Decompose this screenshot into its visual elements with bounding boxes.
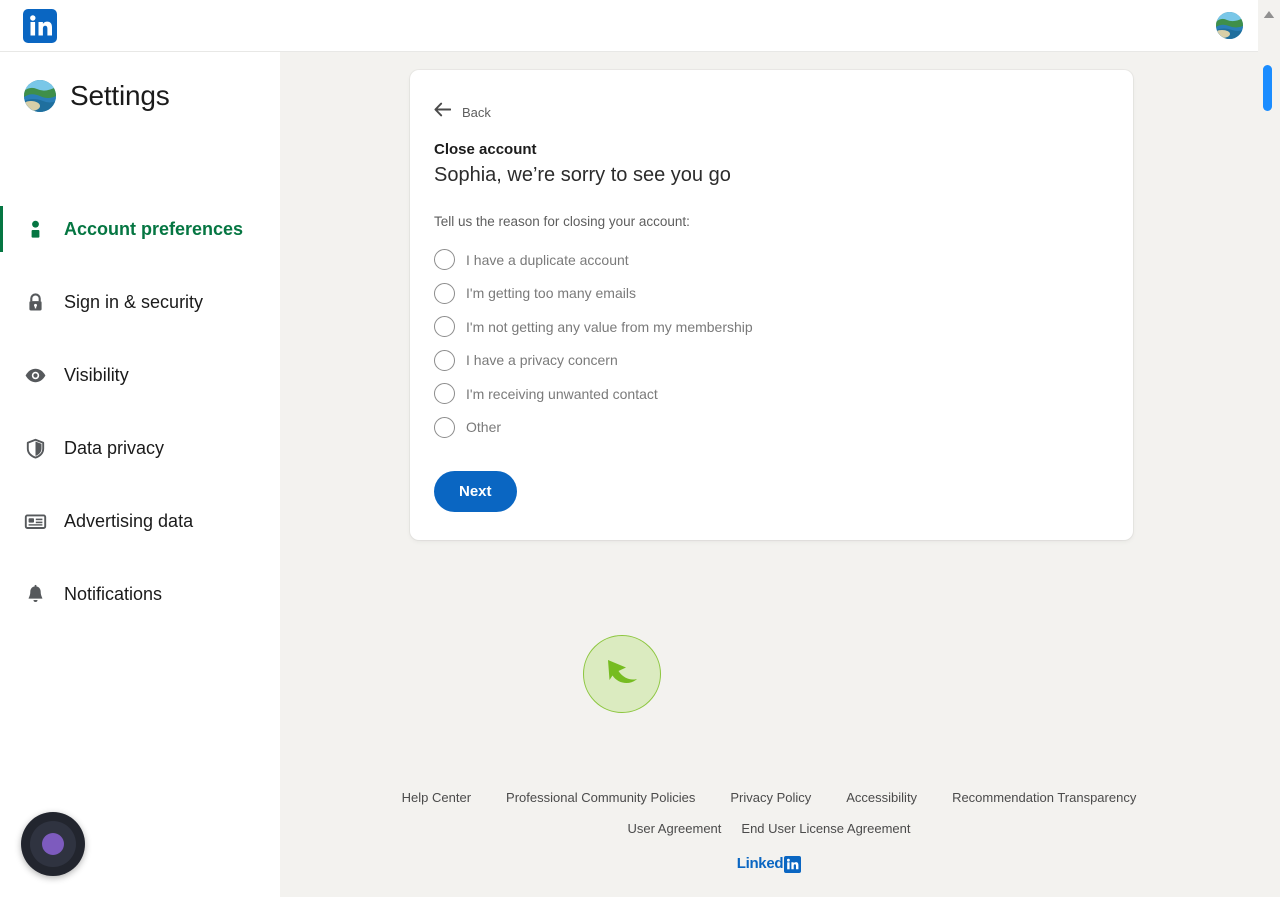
card-heading: Sophia, we’re sorry to see you go — [434, 164, 731, 186]
settings-sidebar: Settings Account preferences Sign in & s… — [0, 52, 280, 897]
next-button[interactable]: Next — [434, 471, 517, 512]
back-button[interactable]: Back — [434, 102, 491, 122]
avatar[interactable] — [24, 80, 56, 112]
avatar[interactable] — [1216, 12, 1243, 39]
sidebar-item-label: Notifications — [64, 583, 163, 604]
sidebar-item-account-preferences[interactable]: Account preferences — [0, 204, 280, 254]
id-card-icon — [24, 510, 47, 533]
reason-option-label: Other — [466, 419, 502, 436]
record-button-core — [42, 833, 64, 855]
record-button-ring — [30, 821, 76, 867]
footer-link-user-agreement[interactable]: User Agreement — [627, 821, 721, 836]
reason-option-label: I have a privacy concern — [466, 352, 618, 369]
sidebar-item-notifications[interactable]: Notifications — [0, 569, 280, 619]
footer-link-end-user-license-agreement[interactable]: End User License Agreement — [741, 821, 910, 836]
footer-links-row-2: User Agreement End User License Agreemen… — [280, 821, 1258, 836]
person-icon — [24, 218, 47, 241]
record-button-icon[interactable] — [21, 812, 85, 876]
footer-logo-mark — [784, 856, 802, 873]
radio-button[interactable] — [434, 282, 455, 304]
chevron-up-icon[interactable] — [1263, 6, 1275, 24]
footer-link-accessibility[interactable]: Accessibility — [846, 790, 917, 805]
cursor-arrow-icon — [583, 635, 661, 713]
radio-button[interactable] — [434, 249, 455, 271]
sidebar-item-visibility[interactable]: Visibility — [0, 350, 280, 400]
sidebar-item-sign-in-security[interactable]: Sign in & security — [0, 277, 280, 327]
footer-link-professional-community-policies[interactable]: Professional Community Policies — [506, 790, 695, 805]
reason-option-label: I'm getting too many emails — [466, 285, 636, 302]
back-label: Back — [462, 104, 491, 120]
reason-prompt: Tell us the reason for closing your acco… — [434, 214, 690, 229]
eye-icon — [24, 364, 47, 387]
radio-button[interactable] — [434, 349, 455, 371]
main-content-area: Back Close account Sophia, we’re sorry t… — [280, 52, 1258, 897]
scrollbar-thumb[interactable] — [1263, 65, 1272, 111]
close-account-card: Back Close account Sophia, we’re sorry t… — [410, 70, 1133, 540]
reason-option-other[interactable]: Other — [434, 411, 1109, 445]
reason-option-label: I'm receiving unwanted contact — [466, 385, 658, 402]
bell-icon — [24, 583, 47, 606]
settings-header: Settings — [24, 80, 170, 112]
reason-option-duplicate-account[interactable]: I have a duplicate account — [434, 243, 1109, 277]
footer-link-help-center[interactable]: Help Center — [402, 790, 471, 805]
reason-option-unwanted-contact[interactable]: I'm receiving unwanted contact — [434, 377, 1109, 411]
sidebar-item-data-privacy[interactable]: Data privacy — [0, 423, 280, 473]
page-title: Settings — [70, 80, 170, 111]
sidebar-item-advertising-data[interactable]: Advertising data — [0, 496, 280, 546]
radio-button[interactable] — [434, 316, 455, 338]
reason-option-label: I'm not getting any value from my member… — [466, 318, 753, 335]
linkedin-logo-icon[interactable] — [23, 9, 57, 43]
page-footer: Help Center Professional Community Polic… — [280, 790, 1258, 873]
sidebar-nav-list: Account preferences Sign in & security V… — [0, 204, 280, 642]
reason-option-privacy-concern[interactable]: I have a privacy concern — [434, 344, 1109, 378]
footer-logo-text: Linked — [736, 855, 784, 872]
reason-radio-group: I have a duplicate account I'm getting t… — [434, 243, 1109, 444]
sidebar-item-label: Account preferences — [64, 218, 244, 239]
sidebar-item-label: Sign in & security — [64, 291, 204, 312]
footer-links-row-1: Help Center Professional Community Polic… — [280, 790, 1258, 805]
lock-icon — [24, 291, 47, 314]
radio-button[interactable] — [434, 416, 455, 438]
sidebar-item-label: Visibility — [64, 364, 129, 385]
footer-link-recommendation-transparency[interactable]: Recommendation Transparency — [952, 790, 1136, 805]
arrow-left-icon — [434, 102, 452, 122]
section-title: Close account — [434, 141, 537, 158]
sidebar-item-label: Data privacy — [64, 437, 165, 458]
reason-option-too-many-emails[interactable]: I'm getting too many emails — [434, 277, 1109, 311]
reason-option-label: I have a duplicate account — [466, 251, 629, 268]
vertical-scrollbar[interactable] — [1258, 0, 1280, 897]
top-navigation-bar — [0, 0, 1258, 52]
radio-button[interactable] — [434, 383, 455, 405]
footer-link-privacy-policy[interactable]: Privacy Policy — [730, 790, 811, 805]
reason-option-no-value[interactable]: I'm not getting any value from my member… — [434, 310, 1109, 344]
shield-icon — [24, 437, 47, 460]
linkedin-footer-logo-icon: Linked — [280, 855, 1258, 873]
sidebar-item-label: Advertising data — [64, 510, 194, 531]
